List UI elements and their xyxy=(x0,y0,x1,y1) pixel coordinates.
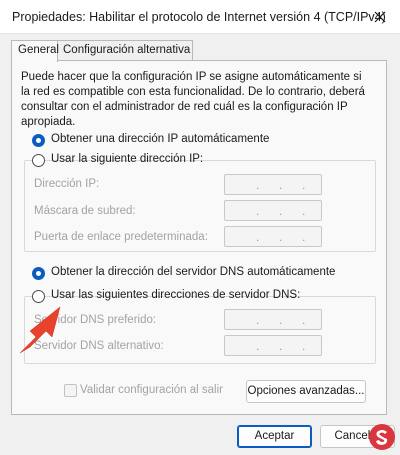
tab-alternate-config[interactable]: Configuración alternativa xyxy=(57,40,193,61)
preferred-dns-input[interactable]: ... xyxy=(224,309,322,330)
validate-label: Validar configuración al salir xyxy=(80,384,223,396)
ip-manual-label: Usar la siguiente dirección IP: xyxy=(51,153,204,165)
close-icon xyxy=(374,11,386,23)
close-button[interactable] xyxy=(360,0,400,34)
intro-text: Puede hacer que la configuración IP se a… xyxy=(21,71,365,128)
tab-general[interactable]: General xyxy=(11,40,59,62)
radio-button-checked[interactable] xyxy=(32,267,45,280)
dns-manual-group xyxy=(24,296,376,364)
ip-address-label: Dirección IP: xyxy=(34,178,100,190)
advanced-options-button[interactable]: Opciones avanzadas... xyxy=(246,380,366,403)
ip-manual-radio[interactable]: Usar la siguiente dirección IP: xyxy=(32,153,203,169)
ip-address-input[interactable]: ... xyxy=(224,174,322,195)
dns-auto-label: Obtener la dirección del servidor DNS au… xyxy=(51,266,336,278)
red-arrow-annotation xyxy=(19,306,61,354)
window-title: Propiedades: Habilitar el protocolo de I… xyxy=(12,10,386,24)
title-bar: Propiedades: Habilitar el protocolo de I… xyxy=(0,0,400,34)
subnet-mask-input[interactable]: ... xyxy=(224,200,322,221)
gateway-label: Puerta de enlace predeterminada: xyxy=(34,231,208,243)
radio-button[interactable] xyxy=(32,154,45,167)
validate-checkbox[interactable] xyxy=(64,384,77,397)
gateway-input[interactable]: ... xyxy=(224,226,322,247)
radio-button-checked[interactable] xyxy=(32,134,45,147)
alternate-dns-input[interactable]: ... xyxy=(224,335,322,356)
ip-auto-label: Obtener una dirección IP automáticamente xyxy=(51,133,270,145)
ok-button[interactable]: Aceptar xyxy=(237,425,312,448)
dns-manual-label: Usar las siguientes direcciones de servi… xyxy=(51,289,301,301)
subnet-mask-label: Máscara de subred: xyxy=(34,205,136,217)
watermark-logo xyxy=(369,424,395,450)
